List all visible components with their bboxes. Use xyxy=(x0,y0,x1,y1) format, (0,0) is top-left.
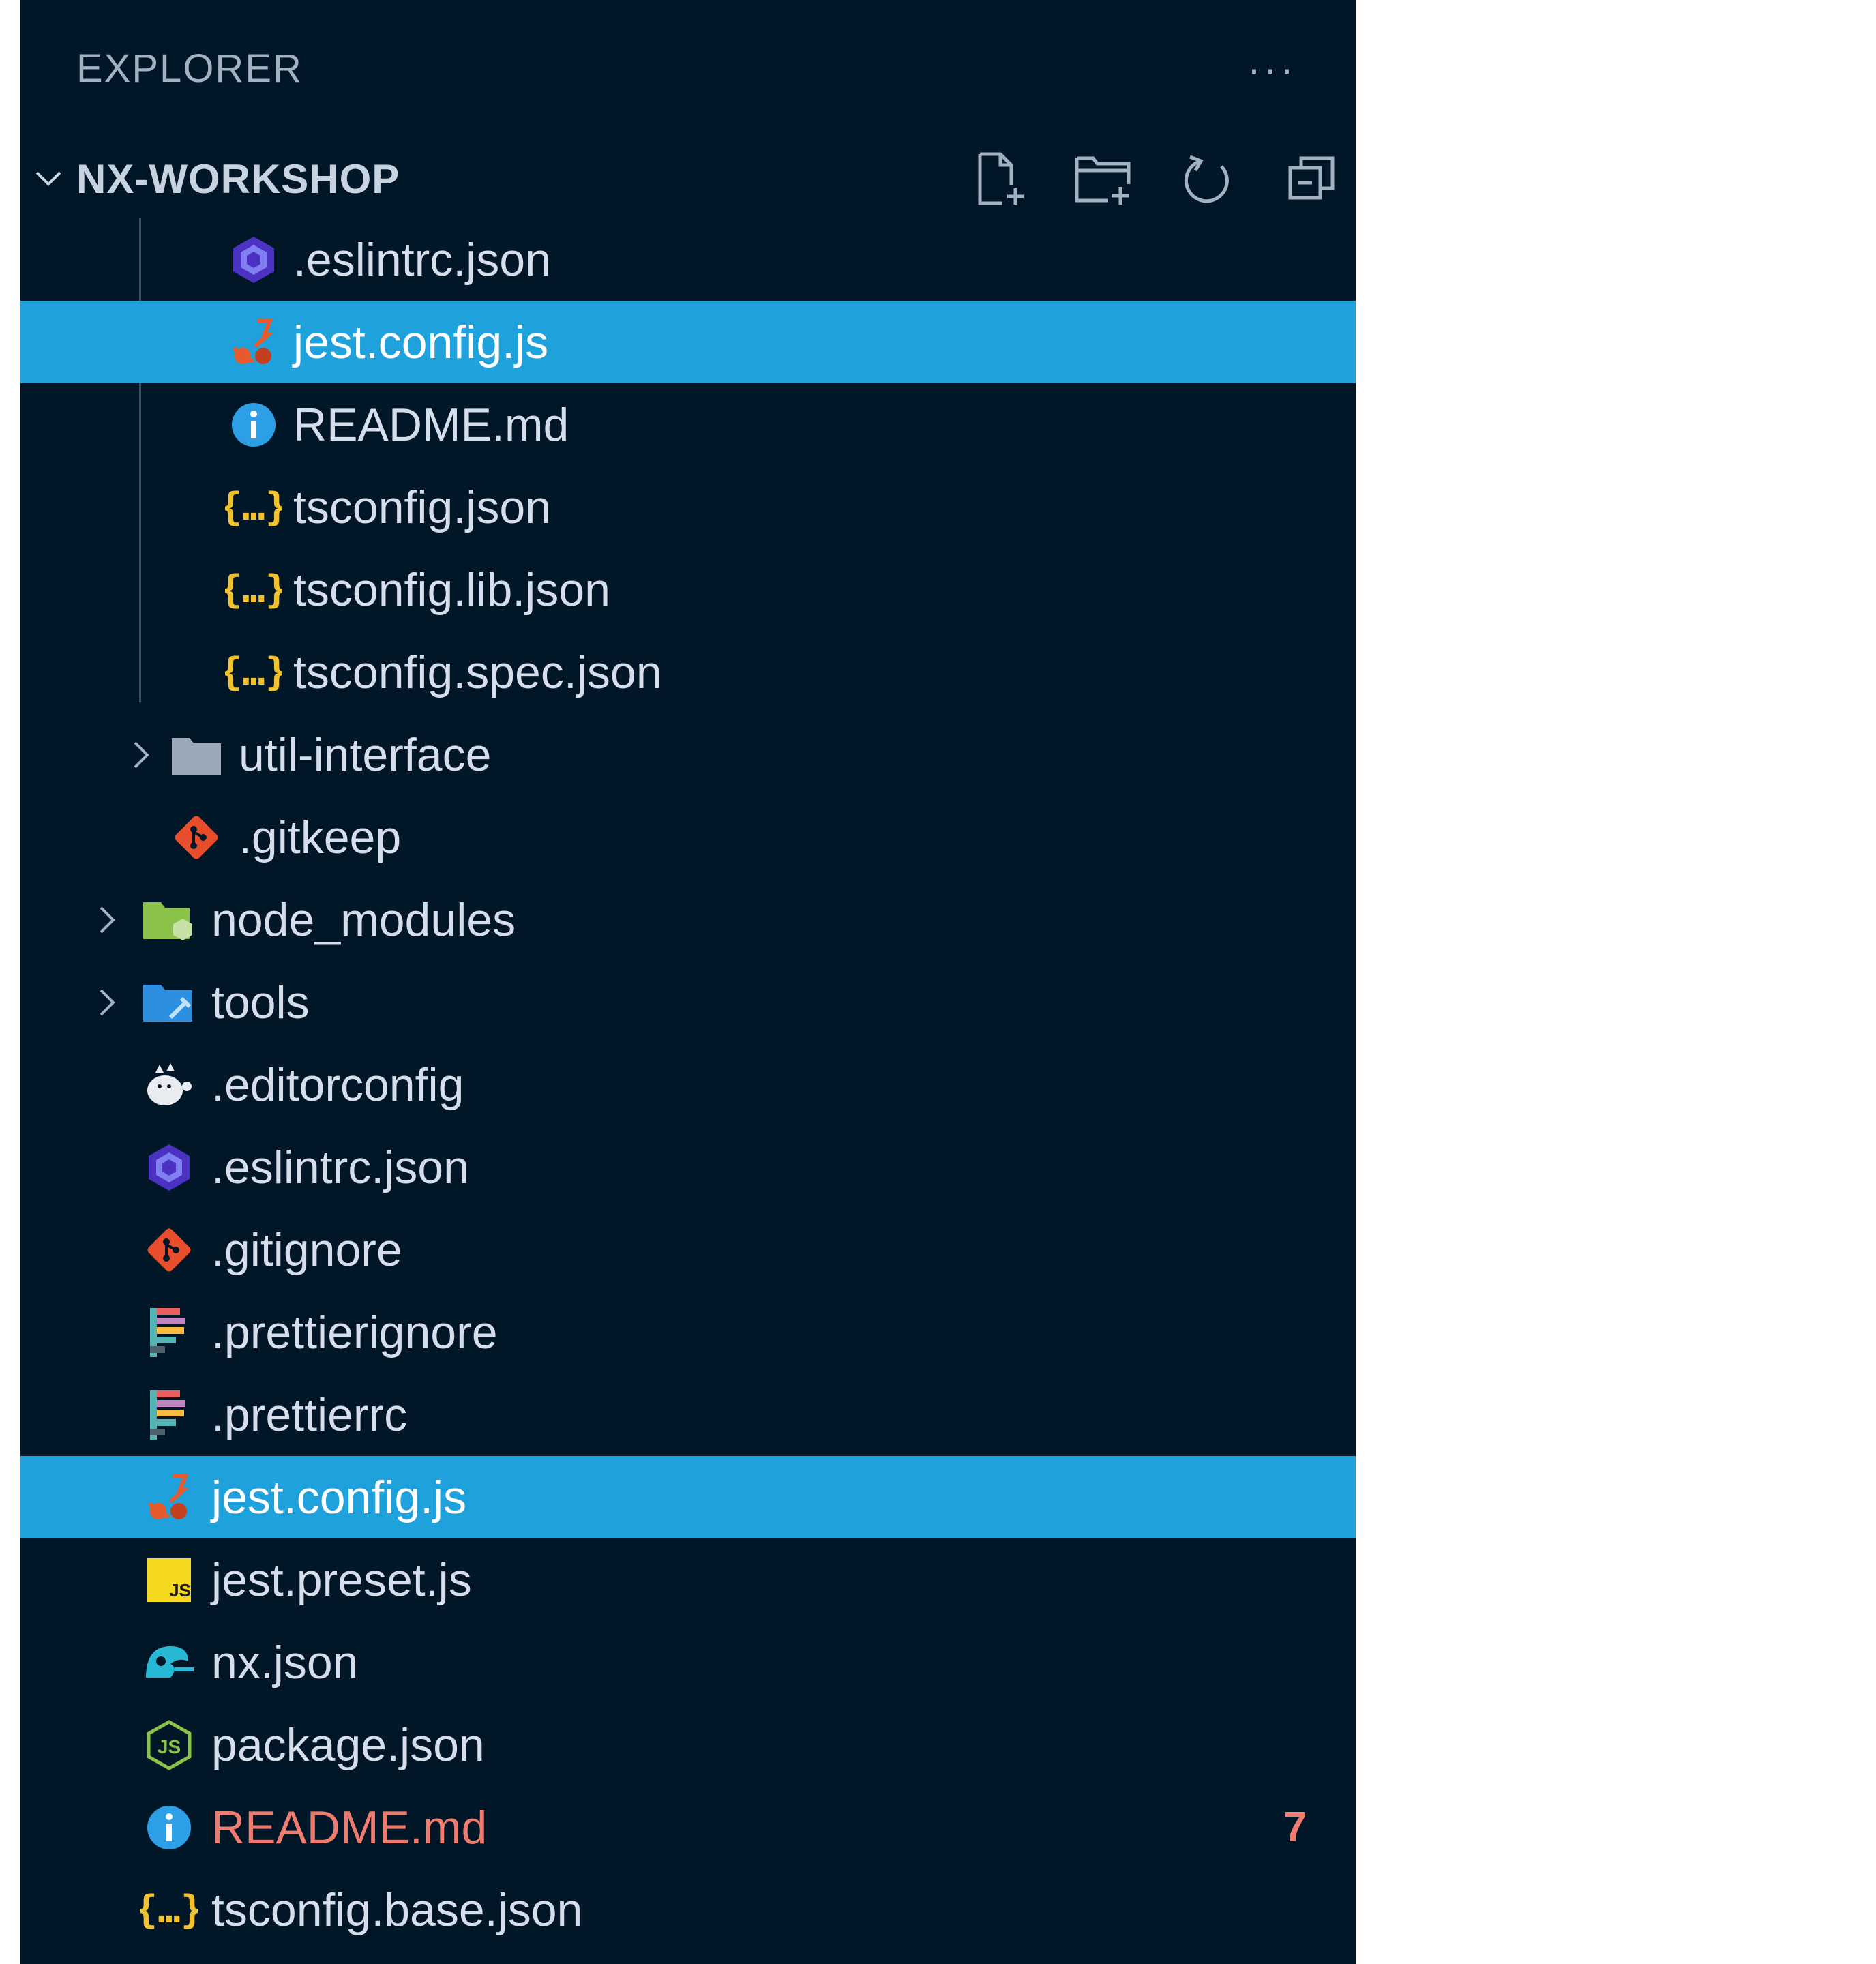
file-row[interactable]: README.md 7 xyxy=(20,1786,1356,1869)
workspace-title: NX-WORKSHOP xyxy=(76,155,400,202)
file-row[interactable]: .eslintrc.json xyxy=(20,1126,1356,1208)
chevron-right-icon[interactable] xyxy=(87,974,128,1031)
new-folder-button[interactable] xyxy=(1073,148,1134,209)
tools-folder-icon xyxy=(140,974,198,1031)
file-row[interactable]: {…}tsconfig.spec.json xyxy=(20,631,1356,713)
chevron-right-icon[interactable] xyxy=(121,726,162,784)
eslint-icon xyxy=(225,231,282,288)
svg-text:{…}: {…} xyxy=(225,567,282,612)
refresh-icon xyxy=(1184,155,1229,203)
item-label: jest.preset.js xyxy=(211,1553,472,1606)
item-label: nx.json xyxy=(211,1636,359,1688)
section-actions xyxy=(968,145,1343,213)
item-label: .prettierignore xyxy=(211,1306,498,1358)
info-icon xyxy=(140,1799,198,1856)
item-label: README.md xyxy=(211,1801,488,1854)
item-label: tsconfig.base.json xyxy=(211,1884,583,1936)
file-row[interactable]: .prettierignore xyxy=(20,1291,1356,1373)
item-label: .editorconfig xyxy=(211,1058,464,1111)
refresh-button[interactable] xyxy=(1177,148,1238,209)
item-label: tools xyxy=(211,976,310,1028)
svg-text:JS: JS xyxy=(169,1580,191,1601)
file-row[interactable]: jest.config.js xyxy=(20,301,1356,383)
new-file-button[interactable] xyxy=(968,148,1030,209)
file-row[interactable]: .prettierrc xyxy=(20,1373,1356,1456)
new-file-icon xyxy=(978,152,1024,205)
chevron-down-icon xyxy=(20,162,76,196)
item-label: node_modules xyxy=(211,893,516,946)
editorconfig-icon xyxy=(140,1056,198,1114)
item-label: tsconfig.lib.json xyxy=(293,563,610,616)
item-label: package.json xyxy=(211,1718,485,1771)
jest-icon xyxy=(225,314,282,371)
chevron-right-icon[interactable] xyxy=(87,891,128,949)
svg-text:{…}: {…} xyxy=(225,650,282,694)
explorer-title: EXPLORER xyxy=(76,46,303,91)
eslint-icon xyxy=(140,1139,198,1196)
file-row[interactable]: {…} tsconfig.base.json xyxy=(20,1869,1356,1951)
file-row[interactable]: {…}tsconfig.json xyxy=(20,466,1356,548)
item-label: .prettierrc xyxy=(211,1388,408,1441)
file-row[interactable]: JS package.json xyxy=(20,1703,1356,1786)
file-row[interactable]: .gitignore xyxy=(20,1208,1356,1291)
collapse-all-button[interactable] xyxy=(1281,148,1343,209)
folder-icon xyxy=(168,726,225,784)
folder-row[interactable]: tools xyxy=(20,961,1356,1043)
item-label: jest.config.js xyxy=(293,316,549,368)
info-icon xyxy=(225,396,282,453)
file-row[interactable]: .eslintrc.json xyxy=(20,218,1356,301)
node-folder-icon xyxy=(140,891,198,949)
file-row[interactable]: .editorconfig xyxy=(20,1043,1356,1126)
collapse-all-icon xyxy=(1288,156,1335,200)
item-label: .eslintrc.json xyxy=(293,233,551,286)
json-icon: {…} xyxy=(225,479,282,536)
git-icon xyxy=(168,809,225,866)
jest-icon xyxy=(140,1469,198,1526)
prettier-icon xyxy=(140,1386,198,1444)
file-row[interactable]: nx.json xyxy=(20,1621,1356,1703)
item-label: .gitkeep xyxy=(239,811,402,863)
item-label: jest.config.js xyxy=(211,1471,467,1523)
file-row[interactable]: {…}tsconfig.lib.json xyxy=(20,548,1356,631)
json-icon: {…} xyxy=(140,1881,198,1939)
json-icon: {…} xyxy=(225,644,282,701)
js-icon: JS xyxy=(140,1551,198,1609)
folder-row[interactable]: node_modules xyxy=(20,878,1356,961)
file-row[interactable]: jest.config.js xyxy=(20,1456,1356,1538)
new-folder-icon xyxy=(1075,156,1131,205)
nx-icon xyxy=(140,1634,198,1691)
file-row[interactable]: README.md xyxy=(20,383,1356,466)
item-label: util-interface xyxy=(239,728,492,781)
item-label: .eslintrc.json xyxy=(211,1141,469,1193)
prettier-icon xyxy=(140,1304,198,1361)
nodejs-icon: JS xyxy=(140,1716,198,1774)
item-label: tsconfig.json xyxy=(293,481,551,533)
file-row[interactable]: .gitkeep xyxy=(20,796,1356,878)
item-label: README.md xyxy=(293,398,569,451)
file-row[interactable]: JS jest.preset.js xyxy=(20,1538,1356,1621)
svg-text:{…}: {…} xyxy=(225,485,282,529)
more-actions-button[interactable]: ··· xyxy=(1241,41,1302,95)
problems-badge: 7 xyxy=(1283,1804,1307,1851)
folder-row[interactable]: util-interface xyxy=(20,713,1356,796)
json-icon: {…} xyxy=(225,561,282,619)
git-icon xyxy=(140,1221,198,1279)
svg-text:{…}: {…} xyxy=(140,1888,198,1932)
explorer-panel: EXPLORER ··· NX-WORKSHOP .eslintrc.json … xyxy=(20,0,1356,1964)
file-tree: .eslintrc.jsonjest.config.jsREADME.md{…}… xyxy=(20,218,1356,1951)
item-label: tsconfig.spec.json xyxy=(293,646,662,698)
item-label: .gitignore xyxy=(211,1223,402,1276)
svg-text:JS: JS xyxy=(158,1736,181,1757)
